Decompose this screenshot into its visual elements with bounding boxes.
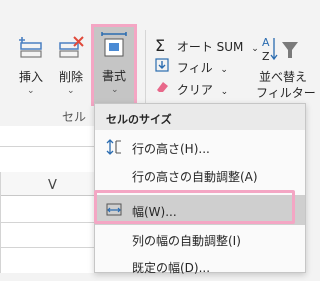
chevron-down-icon: ⌄ (220, 65, 228, 75)
menu-item-label: 幅(W)... (132, 205, 177, 219)
format-dropdown-menu: セルのサイズ 行の高さ(H)... 行の高さの自動調整(A) 幅(W)... 列… (94, 103, 306, 275)
chevron-down-icon: ⌄ (220, 87, 229, 97)
clear-label: クリア (176, 83, 213, 97)
svg-text:A: A (262, 36, 270, 49)
column-width-icon (106, 203, 122, 216)
insert-button[interactable]: 挿入 ⌄ (14, 30, 48, 102)
fill-down-icon (155, 58, 169, 75)
fill-button[interactable]: フィル ⌄ (155, 58, 228, 76)
cell-size-section-header: セルのサイズ (95, 104, 305, 130)
menu-item-autofit-column-width[interactable]: 列の幅の自動調整(I) (95, 224, 305, 254)
menu-item-default-width[interactable]: 既定の幅(D)... (95, 251, 305, 281)
menu-item-label: 行の高さの自動調整(A) (132, 170, 258, 184)
delete-cells-icon (59, 36, 84, 58)
cells-group-label: セル (62, 110, 87, 124)
eraser-icon (155, 80, 169, 97)
chevron-down-icon: ⌄ (111, 85, 119, 95)
sort-filter-button[interactable]: A Z 並べ替え フィルター (256, 34, 316, 100)
chevron-down-icon: ⌄ (67, 86, 75, 96)
sort-filter-icon: A Z (262, 36, 298, 63)
menu-item-label: 行の高さ(H)... (132, 142, 210, 156)
fill-label: フィル (176, 61, 213, 75)
sigma-icon: Σ (155, 36, 166, 55)
format-cells-icon (101, 32, 127, 57)
menu-item-row-height[interactable]: 行の高さ(H)... (95, 132, 305, 162)
menu-item-column-width[interactable]: 幅(W)... (95, 195, 305, 225)
filter-label: フィルター (256, 86, 316, 100)
insert-label: 挿入 (18, 70, 43, 84)
menu-item-label: 列の幅の自動調整(I) (132, 234, 241, 248)
chevron-down-icon: ⌄ (27, 86, 35, 96)
format-label: 書式 (101, 69, 126, 83)
row-height-icon (106, 139, 121, 155)
delete-button[interactable]: 削除 ⌄ (53, 30, 89, 102)
insert-cells-icon (19, 37, 42, 58)
menu-item-label: 既定の幅(D)... (132, 261, 211, 275)
clear-button[interactable]: クリア ⌄ (155, 80, 228, 98)
delete-label: 削除 (58, 70, 83, 84)
menu-item-autofit-row-height[interactable]: 行の高さの自動調整(A) (95, 160, 305, 190)
column-header-v[interactable]: V (48, 178, 57, 193)
sort-label: 並べ替え (259, 70, 308, 84)
svg-text:Z: Z (262, 50, 270, 63)
format-button[interactable]: 書式 ⌄ (91, 24, 137, 106)
autosum-button[interactable]: Σ オート SUM ⌄ (155, 36, 259, 55)
autosum-label: オート SUM (176, 40, 244, 54)
